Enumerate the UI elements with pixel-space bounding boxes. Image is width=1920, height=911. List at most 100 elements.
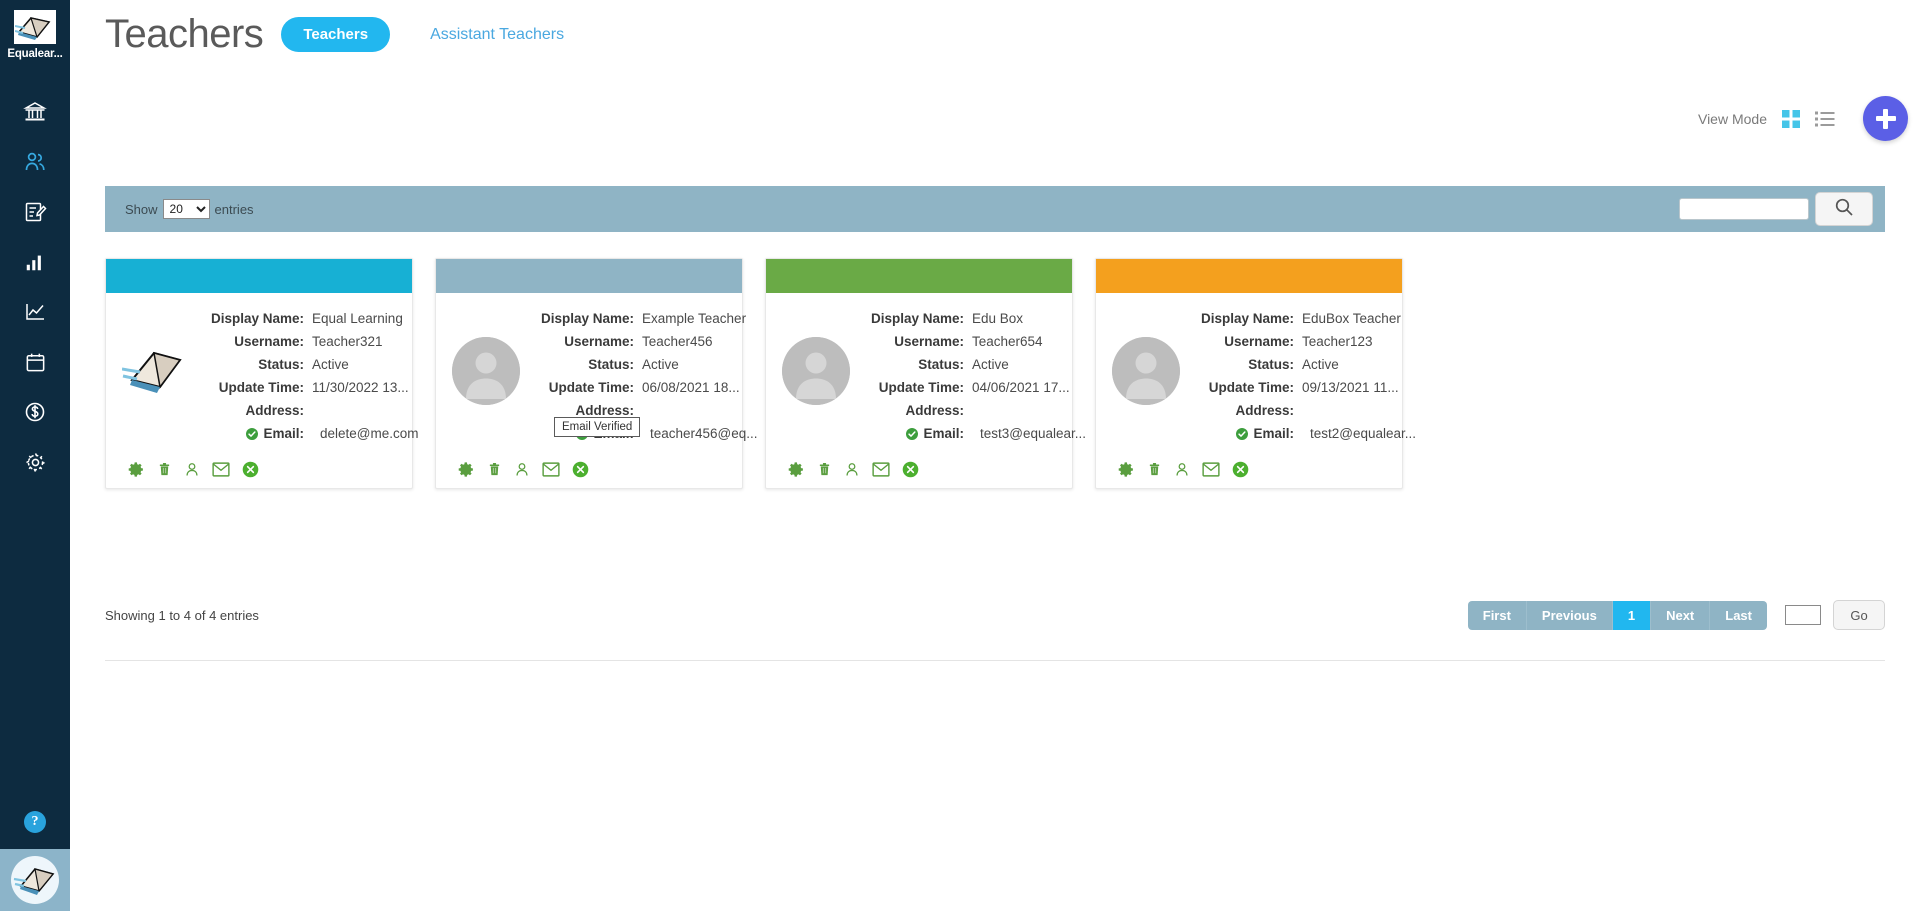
pagination-button-previous[interactable]: Previous — [1526, 600, 1613, 630]
sidebar-item-settings[interactable] — [0, 446, 70, 478]
card-fields: Display Name: Equal Learning Username: T… — [190, 311, 419, 449]
field-status: Status: Active — [1184, 357, 1416, 372]
question-mark-icon: ? — [24, 811, 46, 833]
deactivate-action[interactable] — [242, 461, 259, 478]
sidebar-item-assignments[interactable] — [0, 196, 70, 228]
add-button[interactable] — [1863, 96, 1908, 141]
pagination-button-first[interactable]: First — [1467, 600, 1527, 630]
pagination-button-1[interactable]: 1 — [1612, 600, 1652, 630]
email-verified-tooltip: Email Verified — [554, 417, 641, 437]
avatar — [452, 337, 520, 405]
delete-action[interactable] — [817, 461, 832, 478]
field-display-name: Display Name: Example Teacher — [524, 311, 758, 326]
field-label: Update Time: — [548, 380, 634, 395]
profile-action[interactable] — [844, 461, 860, 478]
field-label: Username: — [894, 334, 964, 349]
field-email: Email: delete@me.com — [194, 426, 419, 441]
deactivate-action[interactable] — [572, 461, 589, 478]
sidebar-item-institution[interactable] — [0, 96, 70, 128]
field-label: Username: — [564, 334, 634, 349]
field-label: Display Name: — [1200, 311, 1294, 326]
settings-action[interactable] — [128, 461, 145, 478]
field-label: Display Name: — [870, 311, 964, 326]
settings-action[interactable] — [788, 461, 805, 478]
sidebar-item-users[interactable] — [0, 146, 70, 178]
entries-length-select[interactable]: 102050100 — [162, 199, 210, 219]
field-label: Address: — [905, 403, 964, 418]
desktop-logo-tile[interactable]: Equalear... — [7, 10, 63, 60]
field-label: Email: — [854, 426, 972, 441]
page-jump-input[interactable] — [1785, 605, 1821, 625]
magnifier-icon — [1834, 197, 1854, 222]
settings-action[interactable] — [458, 461, 475, 478]
pagination-button-next[interactable]: Next — [1651, 600, 1711, 630]
taskbar-launcher[interactable] — [0, 849, 70, 911]
search-button[interactable] — [1815, 192, 1873, 226]
field-value: 11/30/2022 13... — [312, 380, 409, 395]
app-sidebar-nav — [0, 96, 70, 478]
teacher-card: Display Name: Equal Learning Username: T… — [105, 258, 419, 489]
desktop-logo-label: Equalear... — [7, 48, 63, 60]
email-action[interactable] — [542, 462, 560, 477]
page-title: Teachers — [105, 12, 264, 56]
avatar — [1112, 337, 1180, 405]
card-body: Display Name: EduBox Teacher Username: T… — [1096, 293, 1416, 449]
field-label: Address: — [575, 403, 634, 418]
sidebar-item-billing[interactable] — [0, 396, 70, 428]
list-view-icon[interactable] — [1815, 109, 1835, 129]
field-label: Status: — [258, 357, 304, 372]
profile-action[interactable] — [514, 461, 530, 478]
field-label: Address: — [1235, 403, 1294, 418]
card-actions — [106, 449, 412, 478]
teacher-cards-row: Display Name: Equal Learning Username: T… — [105, 258, 1895, 489]
field-value: EduBox Teacher — [1302, 311, 1401, 326]
deactivate-action[interactable] — [902, 461, 919, 478]
field-value: Teacher456 — [642, 334, 713, 349]
search-input[interactable] — [1679, 198, 1809, 220]
pagination-button-last[interactable]: Last — [1710, 600, 1767, 630]
profile-action[interactable] — [184, 461, 200, 478]
field-update-time: Update Time: 09/13/2021 11... — [1184, 380, 1416, 395]
field-username: Username: Teacher654 — [854, 334, 1086, 349]
field-status: Status: Active — [524, 357, 758, 372]
field-address: Address: — [1184, 403, 1416, 418]
field-update-time: Update Time: 04/06/2021 17... — [854, 380, 1086, 395]
field-value: 06/08/2021 18... — [642, 380, 740, 395]
email-verified-icon — [246, 428, 259, 440]
go-button[interactable]: Go — [1833, 600, 1885, 630]
email-action[interactable] — [1202, 462, 1220, 477]
delete-action[interactable] — [157, 461, 172, 478]
field-value: Active — [642, 357, 679, 372]
email-action[interactable] — [872, 462, 890, 477]
email-action[interactable] — [212, 462, 230, 477]
sidebar-item-calendar[interactable] — [0, 346, 70, 378]
grid-view-icon[interactable] — [1781, 109, 1801, 129]
email-verified-icon — [906, 428, 919, 440]
field-label: Display Name: — [210, 311, 304, 326]
field-value: Teacher321 — [312, 334, 383, 349]
deactivate-action[interactable] — [1232, 461, 1249, 478]
delete-action[interactable] — [487, 461, 502, 478]
calendar-icon — [24, 351, 47, 374]
settings-action[interactable] — [1118, 461, 1135, 478]
table-footer: Showing 1 to 4 of 4 entries First Previou… — [105, 600, 1885, 630]
bank-building-icon — [23, 100, 47, 124]
card-body: Display Name: Equal Learning Username: T… — [106, 293, 419, 449]
tab-teachers[interactable]: Teachers — [281, 17, 391, 52]
pagination: First Previous 1 Next Last — [1467, 600, 1767, 630]
help-button[interactable]: ? — [0, 811, 70, 833]
profile-action[interactable] — [1174, 461, 1190, 478]
field-value: test2@equalear... — [1310, 426, 1417, 441]
app-page: Teachers Teachers Assistant Teachers Vie… — [70, 0, 1920, 911]
field-address: Address: — [194, 403, 419, 418]
tab-assistant-teachers[interactable]: Assistant Teachers — [430, 26, 564, 44]
sidebar-item-analytics[interactable] — [0, 296, 70, 328]
sidebar-item-reports[interactable] — [0, 246, 70, 278]
card-banner — [766, 259, 1072, 293]
field-address: Address: — [524, 403, 758, 418]
card-actions — [436, 449, 742, 478]
field-username: Username: Teacher456 — [524, 334, 758, 349]
field-value: Equal Learning — [312, 311, 403, 326]
card-banner — [436, 259, 742, 293]
delete-action[interactable] — [1147, 461, 1162, 478]
